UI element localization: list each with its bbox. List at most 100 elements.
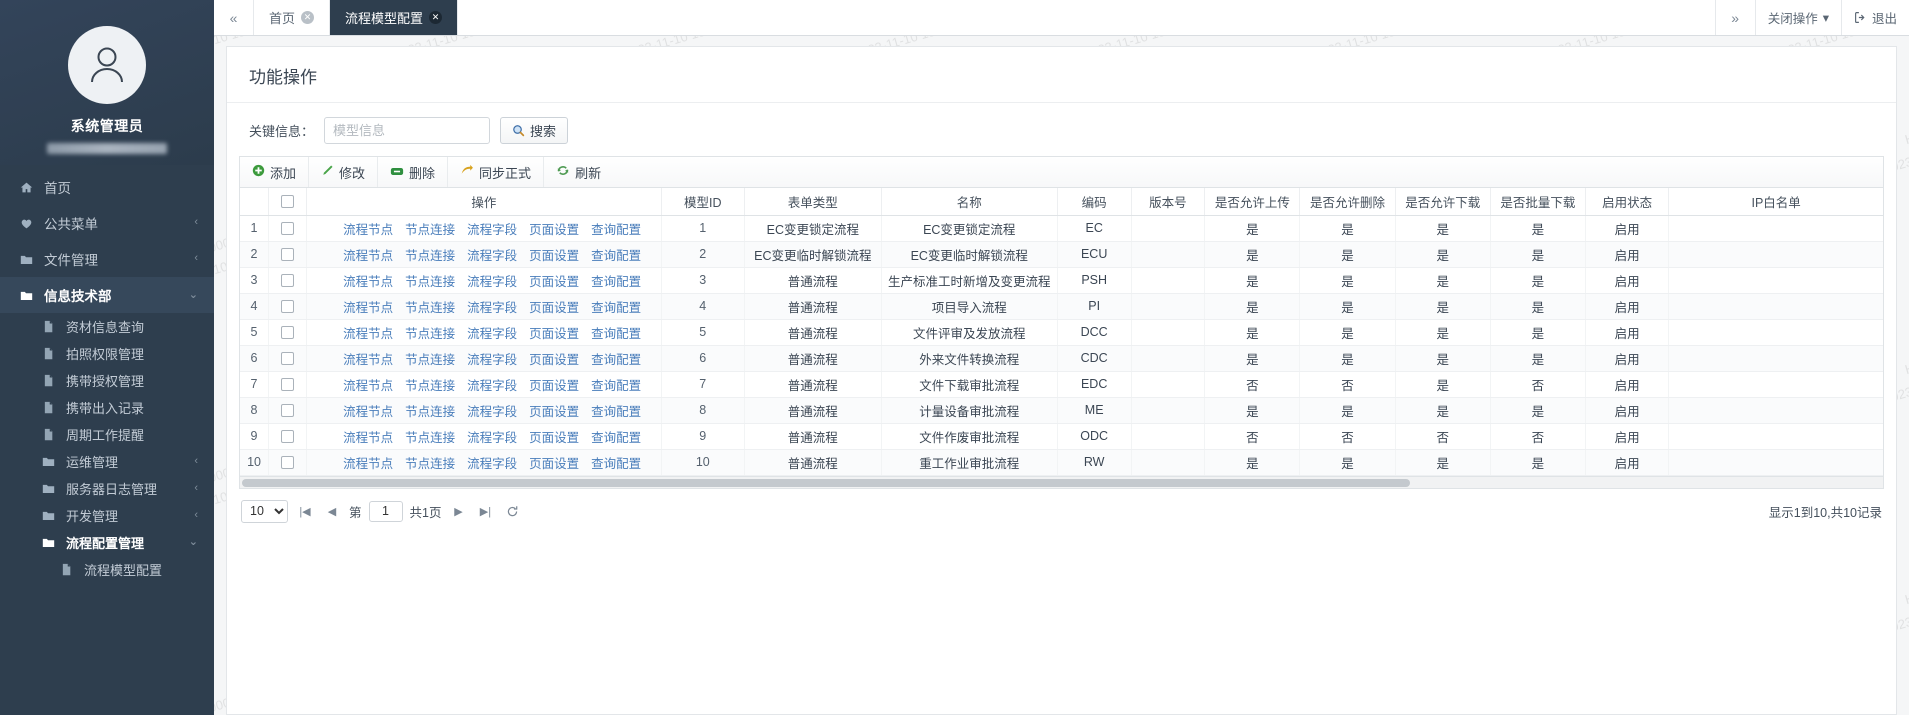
row-checkbox[interactable] bbox=[268, 293, 308, 320]
checkbox-icon[interactable] bbox=[281, 326, 295, 340]
op-link-0[interactable]: 流程节点 bbox=[343, 431, 393, 445]
sidebar-item-12[interactable]: 流程配置管理 ⌄ bbox=[0, 529, 214, 556]
op-link-3[interactable]: 页面设置 bbox=[529, 405, 579, 419]
op-link-3[interactable]: 页面设置 bbox=[529, 301, 579, 315]
sidebar-item-5[interactable]: 拍照权限管理 bbox=[0, 340, 214, 367]
table-row[interactable]: 1 流程节点 节点连接 流程字段 页面设置 查询配置 1 EC变更锁定流程 EC变更锁定流程 EC… bbox=[240, 215, 1883, 242]
op-link-3[interactable]: 页面设置 bbox=[529, 457, 579, 471]
close-operations-menu[interactable]: 关闭操作 ▾ bbox=[1754, 0, 1841, 35]
tabs-scroll-right-button[interactable]: » bbox=[1714, 0, 1755, 35]
table-row[interactable]: 4 流程节点 节点连接 流程字段 页面设置 查询配置 4 普通流程 项目导入流程 PI 是是是是启用 bbox=[240, 293, 1883, 320]
table-row[interactable]: 7 流程节点 节点连接 流程字段 页面设置 查询配置 7 普通流程 文件下载审批流程 EDC 否否是… bbox=[240, 371, 1883, 398]
op-link-3[interactable]: 页面设置 bbox=[529, 353, 579, 367]
select-all-checkbox[interactable] bbox=[268, 188, 308, 216]
row-checkbox[interactable] bbox=[268, 397, 308, 424]
op-link-0[interactable]: 流程节点 bbox=[343, 275, 393, 289]
sidebar-item-4[interactable]: 资材信息查询 bbox=[0, 313, 214, 340]
checkbox-icon[interactable] bbox=[281, 248, 295, 262]
op-link-0[interactable]: 流程节点 bbox=[343, 223, 393, 237]
row-operations[interactable]: 流程节点 节点连接 流程字段 页面设置 查询配置 bbox=[306, 319, 662, 346]
checkbox-icon[interactable] bbox=[281, 404, 295, 418]
scrollbar-thumb[interactable] bbox=[242, 478, 1410, 487]
op-link-1[interactable]: 节点连接 bbox=[405, 223, 455, 237]
table-row[interactable]: 2 流程节点 节点连接 流程字段 页面设置 查询配置 2 EC变更临时解锁流程 EC变更临时解锁… bbox=[240, 241, 1883, 268]
op-link-0[interactable]: 流程节点 bbox=[343, 379, 393, 393]
row-checkbox[interactable] bbox=[268, 241, 308, 268]
row-checkbox[interactable] bbox=[268, 267, 308, 294]
row-operations[interactable]: 流程节点 节点连接 流程字段 页面设置 查询配置 bbox=[306, 345, 662, 372]
sidebar-item-13[interactable]: 流程模型配置 bbox=[0, 556, 214, 583]
row-operations[interactable]: 流程节点 节点连接 流程字段 页面设置 查询配置 bbox=[306, 293, 662, 320]
row-checkbox[interactable] bbox=[268, 319, 308, 346]
op-link-4[interactable]: 查询配置 bbox=[591, 275, 641, 289]
toolbar-button-1[interactable]: 修改 bbox=[309, 157, 379, 187]
op-link-3[interactable]: 页面设置 bbox=[529, 223, 579, 237]
next-page-button[interactable]: ▶ bbox=[448, 501, 468, 521]
sidebar-item-1[interactable]: 公共菜单 ‹ bbox=[0, 205, 214, 241]
op-link-3[interactable]: 页面设置 bbox=[529, 379, 579, 393]
row-operations[interactable]: 流程节点 节点连接 流程字段 页面设置 查询配置 bbox=[306, 449, 662, 476]
checkbox-icon[interactable] bbox=[281, 352, 295, 366]
row-operations[interactable]: 流程节点 节点连接 流程字段 页面设置 查询配置 bbox=[306, 397, 662, 424]
page-size-select[interactable]: 102050100 bbox=[241, 499, 288, 523]
checkbox-icon[interactable] bbox=[281, 222, 295, 236]
op-link-2[interactable]: 流程字段 bbox=[467, 457, 517, 471]
toolbar-button-2[interactable]: 删除 bbox=[378, 157, 449, 187]
op-link-1[interactable]: 节点连接 bbox=[405, 249, 455, 263]
first-page-button[interactable]: |◀ bbox=[295, 501, 315, 521]
op-link-0[interactable]: 流程节点 bbox=[343, 457, 393, 471]
table-row[interactable]: 3 流程节点 节点连接 流程字段 页面设置 查询配置 3 普通流程 生产标准工时新增及变更流程 P… bbox=[240, 267, 1883, 294]
sidebar-item-11[interactable]: 开发管理 ‹ bbox=[0, 502, 214, 529]
row-operations[interactable]: 流程节点 节点连接 流程字段 页面设置 查询配置 bbox=[306, 241, 662, 268]
sidebar-item-6[interactable]: 携带授权管理 bbox=[0, 367, 214, 394]
row-operations[interactable]: 流程节点 节点连接 流程字段 页面设置 查询配置 bbox=[306, 267, 662, 294]
sidebar-item-3[interactable]: 信息技术部 ⌄ bbox=[0, 277, 214, 313]
op-link-0[interactable]: 流程节点 bbox=[343, 405, 393, 419]
tab-0[interactable]: 首页 ✕ bbox=[254, 0, 331, 35]
op-link-2[interactable]: 流程字段 bbox=[467, 275, 517, 289]
row-operations[interactable]: 流程节点 节点连接 流程字段 页面设置 查询配置 bbox=[306, 371, 662, 398]
sidebar-item-0[interactable]: 首页 bbox=[0, 169, 214, 205]
tab-1[interactable]: 流程模型配置 ✕ bbox=[330, 0, 459, 35]
op-link-4[interactable]: 查询配置 bbox=[591, 405, 641, 419]
op-link-4[interactable]: 查询配置 bbox=[591, 223, 641, 237]
avatar[interactable] bbox=[68, 25, 146, 104]
op-link-2[interactable]: 流程字段 bbox=[467, 431, 517, 445]
op-link-2[interactable]: 流程字段 bbox=[467, 405, 517, 419]
checkbox-icon[interactable] bbox=[281, 274, 295, 288]
row-checkbox[interactable] bbox=[268, 371, 308, 398]
op-link-3[interactable]: 页面设置 bbox=[529, 275, 579, 289]
table-row[interactable]: 5 流程节点 节点连接 流程字段 页面设置 查询配置 5 普通流程 文件评审及发放流程 DCC 是是… bbox=[240, 319, 1883, 346]
sidebar-item-10[interactable]: 服务器日志管理 ‹ bbox=[0, 475, 214, 502]
sidebar-item-2[interactable]: 文件管理 ‹ bbox=[0, 241, 214, 277]
checkbox-icon[interactable] bbox=[281, 300, 295, 314]
op-link-2[interactable]: 流程字段 bbox=[467, 301, 517, 315]
table-row[interactable]: 6 流程节点 节点连接 流程字段 页面设置 查询配置 6 普通流程 外来文件转换流程 CDC 是是是… bbox=[240, 345, 1883, 372]
reload-icon[interactable] bbox=[502, 501, 522, 521]
op-link-2[interactable]: 流程字段 bbox=[467, 223, 517, 237]
row-checkbox[interactable] bbox=[268, 449, 308, 476]
checkbox-icon[interactable] bbox=[281, 456, 295, 470]
table-row[interactable]: 10 流程节点 节点连接 流程字段 页面设置 查询配置 10 普通流程 重工作业审批流程 RW 是是… bbox=[240, 449, 1883, 476]
sidebar-item-7[interactable]: 携带出入记录 bbox=[0, 394, 214, 421]
search-button[interactable]: 搜索 bbox=[500, 117, 569, 144]
table-row[interactable]: 8 流程节点 节点连接 流程字段 页面设置 查询配置 8 普通流程 计量设备审批流程 ME 是是是是… bbox=[240, 397, 1883, 424]
op-link-1[interactable]: 节点连接 bbox=[405, 431, 455, 445]
op-link-2[interactable]: 流程字段 bbox=[467, 327, 517, 341]
prev-page-button[interactable]: ◀ bbox=[322, 501, 342, 521]
op-link-1[interactable]: 节点连接 bbox=[405, 457, 455, 471]
op-link-4[interactable]: 查询配置 bbox=[591, 431, 641, 445]
op-link-0[interactable]: 流程节点 bbox=[343, 327, 393, 341]
last-page-button[interactable]: ▶| bbox=[475, 501, 495, 521]
search-input[interactable] bbox=[324, 117, 491, 144]
checkbox-icon[interactable] bbox=[281, 378, 295, 392]
page-number-input[interactable] bbox=[368, 500, 403, 522]
op-link-4[interactable]: 查询配置 bbox=[591, 353, 641, 367]
op-link-3[interactable]: 页面设置 bbox=[529, 327, 579, 341]
op-link-4[interactable]: 查询配置 bbox=[591, 457, 641, 471]
op-link-0[interactable]: 流程节点 bbox=[343, 301, 393, 315]
logout-button[interactable]: 退出 bbox=[1840, 0, 1909, 35]
row-checkbox[interactable] bbox=[268, 423, 308, 450]
toolbar-button-3[interactable]: 同步正式 bbox=[448, 157, 545, 187]
checkbox-icon[interactable] bbox=[281, 195, 295, 209]
